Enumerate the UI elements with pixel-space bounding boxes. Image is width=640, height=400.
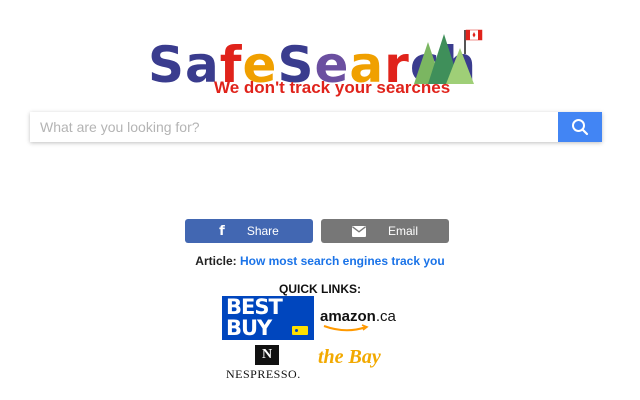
- bestbuy-line2: BUY: [226, 316, 272, 340]
- search-bar: [30, 112, 602, 142]
- article-prefix: Article:: [195, 254, 237, 268]
- share-email-button[interactable]: Email: [321, 219, 449, 243]
- nespresso-logo-link[interactable]: N NESPRESSO.: [224, 345, 314, 381]
- bestbuy-logo-link[interactable]: BEST BUY: [222, 296, 314, 340]
- amazon-wordmark: amazon.ca: [320, 308, 396, 325]
- article-link[interactable]: How most search engines track you: [240, 254, 445, 268]
- amazon-smile-icon: [323, 324, 369, 332]
- amazon-tld: .ca: [375, 308, 396, 325]
- thebay-wordmark: the Bay: [318, 346, 381, 368]
- share-facebook-button[interactable]: f Share: [185, 219, 313, 243]
- search-button[interactable]: [558, 112, 602, 142]
- search-icon: [572, 119, 589, 136]
- bestbuy-line1: BEST: [226, 295, 283, 319]
- nespresso-wordmark: NESPRESSO.: [226, 367, 301, 381]
- share-label: Share: [246, 224, 279, 238]
- bestbuy-tag-icon: [292, 326, 308, 335]
- search-input[interactable]: [30, 112, 550, 142]
- nespresso-mark: N: [255, 345, 279, 365]
- email-label: Email: [387, 224, 418, 238]
- logo-letter: S: [148, 36, 186, 94]
- safesearch-logo[interactable]: SafeSearch We don't track your searches: [148, 28, 488, 98]
- maple-leaf-flag-icon: [414, 29, 483, 84]
- amazon-logo-link[interactable]: amazon.ca: [320, 308, 412, 332]
- quick-links-title: QUICK LINKS:: [279, 282, 361, 296]
- article-line: Article: How most search engines track y…: [0, 254, 640, 268]
- thebay-logo-link[interactable]: the Bay: [318, 344, 414, 376]
- facebook-icon: f: [219, 223, 225, 239]
- amazon-name: amazon: [320, 308, 376, 325]
- envelope-icon: [351, 225, 366, 237]
